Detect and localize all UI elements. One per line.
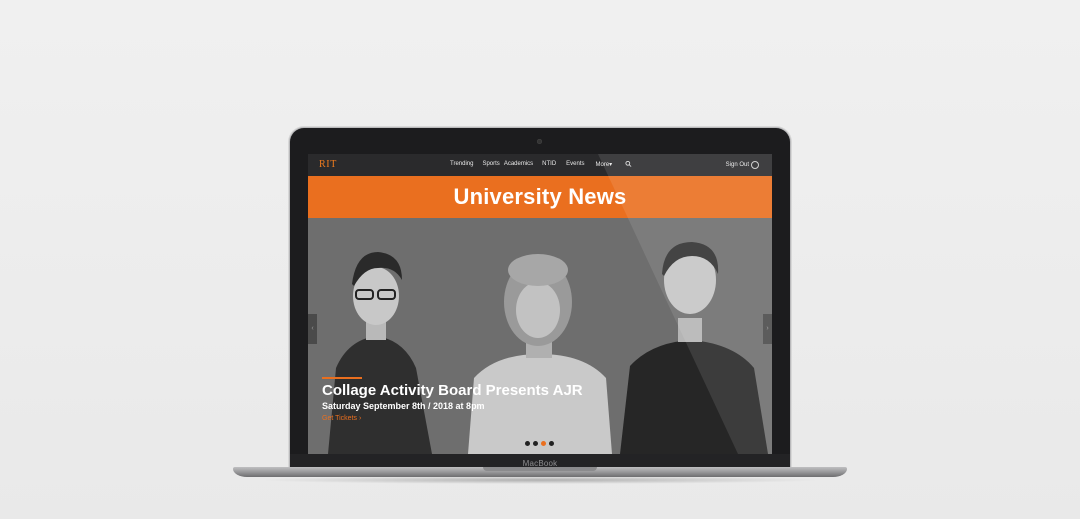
carousel-dot-3[interactable] [541,441,546,446]
base-notch [483,467,597,471]
chevron-right-icon[interactable]: › [763,314,772,344]
user-icon [751,161,759,169]
nav-item-more[interactable]: More▾ [596,161,613,168]
nav-item-academics[interactable]: Academics [504,161,533,168]
nav-item-trending[interactable]: Trending [450,161,473,168]
camera [537,139,542,144]
chevron-left-icon[interactable]: ‹ [308,314,317,344]
laptop-lid: RIT Trending Sports Academics NTID Event… [290,128,790,470]
title-accent-line [322,377,362,379]
banner-title: University News [453,184,627,209]
nav-item-sports[interactable]: Sports [482,161,499,168]
nav-item-ntid[interactable]: NTID [542,161,556,168]
event-title: Collage Activity Board Presents AJR [322,382,583,399]
hero-photo [308,218,772,454]
laptop-base [233,467,847,477]
event-date: Saturday September 8th / 2018 at 8pm [322,401,485,411]
news-banner: University News [308,176,772,218]
site-logo[interactable]: RIT [319,159,337,170]
carousel-dot-2[interactable] [533,441,538,446]
hero-carousel: ‹ › Collage Activity Board Presents AJR … [308,218,772,454]
nav-item-events[interactable]: Events [566,161,584,168]
carousel-dot-4[interactable] [549,441,554,446]
search-icon[interactable] [625,160,632,168]
get-tickets-link[interactable]: Get Tickets › [322,415,361,422]
carousel-dot-1[interactable] [525,441,530,446]
nav-links: Trending Sports Academics NTID Events Mo… [450,161,621,168]
sign-out-button[interactable]: Sign Out [726,161,759,169]
top-navigation: RIT Trending Sports Academics NTID Event… [308,154,772,176]
sign-out-label: Sign Out [725,162,749,168]
carousel-dots [525,441,554,446]
website-screen: RIT Trending Sports Academics NTID Event… [308,154,772,454]
laptop-shadow [260,476,820,484]
